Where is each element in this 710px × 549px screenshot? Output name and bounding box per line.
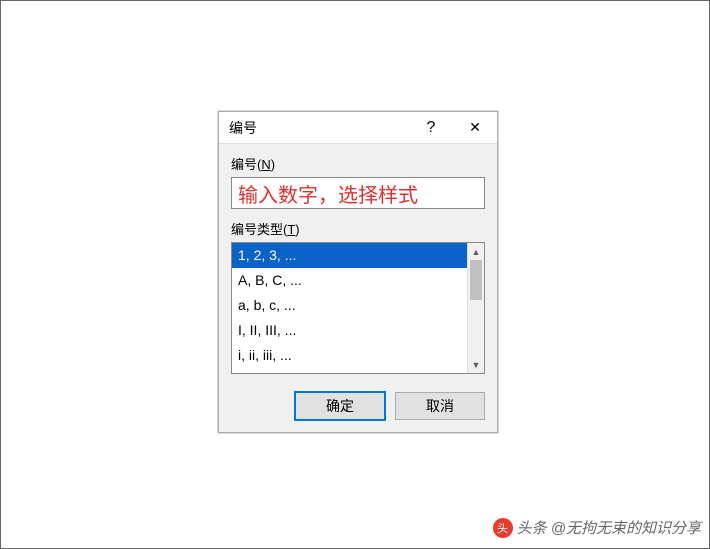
type-listbox[interactable]: 1, 2, 3, ...A, B, C, ...a, b, c, ...I, I… xyxy=(231,242,485,374)
number-input[interactable] xyxy=(231,177,485,209)
ok-button[interactable]: 确定 xyxy=(295,392,385,420)
type-label: 编号类型(T) xyxy=(231,219,485,238)
watermark: 头 头条 @无拘无束的知识分享 xyxy=(493,517,701,538)
chevron-up-icon: ▲ xyxy=(472,247,481,257)
watermark-text: 头条 @无拘无束的知识分享 xyxy=(517,517,701,538)
list-item[interactable]: I, II, III, ... xyxy=(232,318,467,343)
list-item[interactable]: A, B, C, ... xyxy=(232,268,467,293)
dialog-buttons: 确定 取消 xyxy=(231,392,485,420)
help-button[interactable]: ? xyxy=(409,112,453,144)
number-label: 编号(N) xyxy=(231,154,485,173)
dialog-titlebar: 编号 ? ✕ xyxy=(219,112,497,144)
dialog-title: 编号 xyxy=(229,118,409,138)
list-item[interactable]: i, ii, iii, ... xyxy=(232,343,467,368)
scroll-up-button[interactable]: ▲ xyxy=(468,243,484,260)
numbering-dialog: 编号 ? ✕ 编号(N) 编号类型(T) 1, 2, 3, ...A, B, C… xyxy=(218,111,498,433)
cancel-button[interactable]: 取消 xyxy=(395,392,485,420)
dialog-content: 编号(N) 编号类型(T) 1, 2, 3, ...A, B, C, ...a,… xyxy=(219,144,497,432)
close-button[interactable]: ✕ xyxy=(453,112,497,144)
close-icon: ✕ xyxy=(469,119,481,136)
scroll-thumb[interactable] xyxy=(470,260,482,300)
scrollbar[interactable]: ▲ ▼ xyxy=(467,243,484,373)
scroll-down-button[interactable]: ▼ xyxy=(468,356,484,373)
list-item[interactable]: 1, 2, 3, ... xyxy=(232,243,467,268)
help-icon: ? xyxy=(427,119,436,137)
watermark-logo-icon: 头 xyxy=(493,518,513,538)
chevron-down-icon: ▼ xyxy=(472,360,481,370)
list-item[interactable]: a, b, c, ... xyxy=(232,293,467,318)
scroll-track[interactable] xyxy=(468,260,484,356)
list-item[interactable]: 甲, 乙, 丙 ... xyxy=(232,368,467,373)
